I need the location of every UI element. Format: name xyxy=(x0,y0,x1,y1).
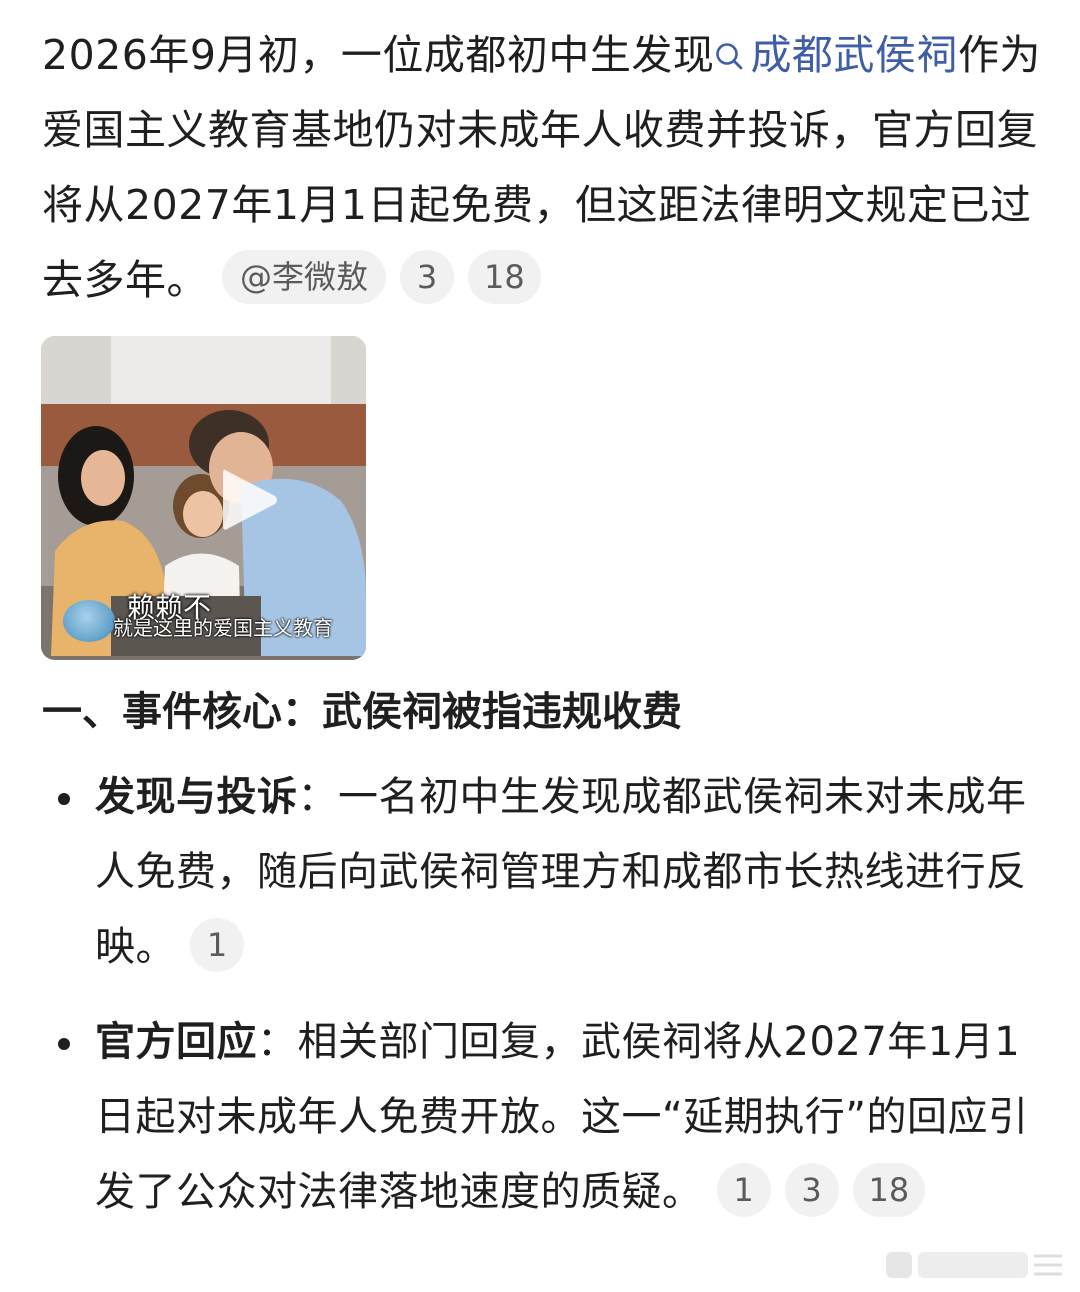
section-title: 一、事件核心：武侯祠被指违规收费 xyxy=(42,689,682,735)
bullet-label: 发现与投诉 xyxy=(95,774,298,820)
intro-text-before: 2026年9月初，一位成都初中生发现 xyxy=(42,31,715,79)
video-caption-big: 赖赖不 xyxy=(127,591,212,624)
scroll-handle-icon[interactable] xyxy=(884,1248,1068,1282)
reference-chip[interactable]: 1 xyxy=(716,1163,771,1217)
bullet-dot xyxy=(58,1038,70,1050)
intro-paragraph: 2026年9月初，一位成都初中生发现 成都武侯祠作为爱国主义教育基地仍对未成年人收… xyxy=(42,18,1042,318)
channel-logo-icon xyxy=(63,600,115,642)
play-icon[interactable] xyxy=(219,466,279,534)
video-thumbnail[interactable]: 就是这里的爱国主义教育 赖赖不 xyxy=(41,336,366,660)
reference-chip[interactable]: 3 xyxy=(400,250,455,304)
search-icon xyxy=(716,43,743,70)
list-item: 官方回应：相关部门回复，武侯祠将从2027年1月1日起对未成年人免费开放。这一“… xyxy=(0,1005,1040,1230)
bullet-list: 发现与投诉：一名初中生发现成都武侯祠未对未成年人免费，随后向武侯祠管理方和成都市… xyxy=(0,760,1080,1230)
list-item: 发现与投诉：一名初中生发现成都武侯祠未对未成年人免费，随后向武侯祠管理方和成都市… xyxy=(0,760,1040,985)
source-chip[interactable]: @李微敖 xyxy=(222,250,387,304)
reference-chip[interactable]: 18 xyxy=(852,1163,926,1217)
video-caption: 就是这里的爱国主义教育 赖赖不 xyxy=(41,591,366,642)
reference-chip[interactable]: 1 xyxy=(190,918,244,972)
search-link-label[interactable]: 成都武侯祠 xyxy=(750,31,958,79)
bullet-label: 官方回应 xyxy=(95,1019,257,1065)
bullet-dot xyxy=(58,793,70,805)
search-link[interactable]: 成都武侯祠 xyxy=(714,31,958,79)
reference-chip[interactable]: 3 xyxy=(784,1163,839,1217)
reference-chip[interactable]: 18 xyxy=(468,250,541,304)
